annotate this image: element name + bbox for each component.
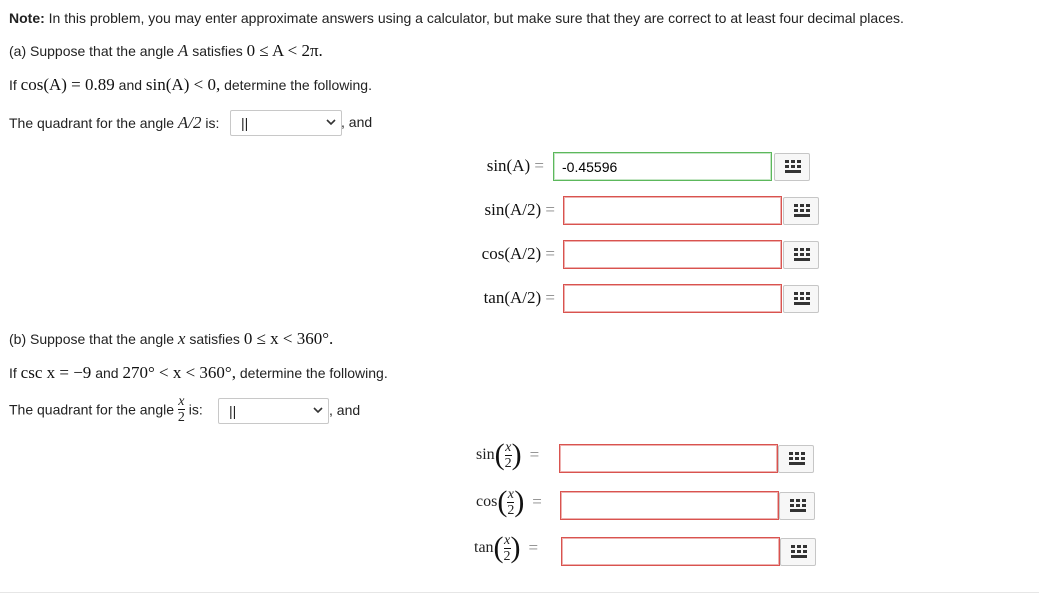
keypad-icon bbox=[791, 545, 807, 558]
keypad-icon bbox=[794, 204, 810, 217]
part-a-row-1-label: sin(A/2) = bbox=[440, 200, 555, 220]
part-a-row-1-label-text: sin(A/2) bbox=[484, 200, 542, 219]
fraction-x-over-2: x2 bbox=[503, 532, 511, 564]
part-a-quadrant-and: , and bbox=[341, 114, 373, 130]
fraction-numerator: x bbox=[505, 439, 512, 455]
math-keyboard-button[interactable] bbox=[780, 538, 816, 566]
fraction-x-over-2: x 2 bbox=[177, 394, 185, 425]
equals-sign: = bbox=[545, 244, 555, 263]
part-a-intro-text: (a) Suppose that the angle bbox=[9, 43, 175, 59]
chevron-down-icon bbox=[313, 407, 323, 414]
part-a-quadrant-prompt: The quadrant for the angle A/2 is: bbox=[9, 113, 219, 133]
math-keyboard-button[interactable] bbox=[778, 445, 814, 473]
part-a-satisfies: satisfies bbox=[192, 43, 243, 59]
part-b-quadrant-prompt: The quadrant for the angle x 2 is: bbox=[9, 394, 203, 425]
note-text: In this problem, you may enter approxima… bbox=[48, 10, 904, 26]
right-paren: ) bbox=[510, 531, 521, 564]
answer-cos-x-half-input[interactable] bbox=[560, 491, 779, 520]
part-b-intro: (b) Suppose that the angle x satisfies 0… bbox=[9, 329, 333, 349]
fraction-numerator: x bbox=[503, 532, 511, 548]
keypad-icon bbox=[790, 499, 806, 512]
answer-sin-a-input[interactable] bbox=[553, 152, 772, 181]
part-b-condition: 0 ≤ x < 360°. bbox=[243, 329, 334, 348]
part-b-given-range: 270° < x < 360°, bbox=[122, 363, 236, 382]
part-b-satisfies: satisfies bbox=[189, 331, 240, 347]
math-keyboard-button[interactable] bbox=[774, 153, 810, 181]
answer-sin-a-half-input[interactable] bbox=[563, 196, 782, 225]
answer-tan-a-half-input[interactable] bbox=[563, 284, 782, 313]
part-b-quadrant-is: is: bbox=[188, 401, 203, 418]
part-a-given-cos: cos(A) = 0.89 bbox=[20, 75, 115, 94]
part-a-given-prefix: If bbox=[9, 77, 17, 93]
part-a-var: A bbox=[177, 41, 189, 60]
keypad-icon bbox=[794, 292, 810, 305]
part-a-quadrant-select[interactable]: || bbox=[230, 110, 342, 136]
left-paren: ( bbox=[497, 485, 508, 518]
part-a-condition: 0 ≤ A < 2π. bbox=[246, 41, 323, 60]
equals-sign: = bbox=[529, 445, 540, 464]
fraction-x-over-2: x2 bbox=[504, 439, 512, 471]
part-a-row-3-label: tan(A/2) = bbox=[440, 288, 555, 308]
part-b-intro-text: (b) Suppose that the angle bbox=[9, 331, 175, 347]
part-a-given-sin: sin(A) < 0, bbox=[145, 75, 221, 94]
equals-sign: = bbox=[534, 156, 544, 175]
equals-sign: = bbox=[545, 288, 555, 307]
part-b-row-2-label: tan(x 2) = bbox=[474, 531, 539, 564]
note-label: Note: bbox=[9, 10, 45, 26]
keypad-icon bbox=[794, 248, 810, 261]
part-a-row-2-label: cos(A/2) = bbox=[440, 244, 555, 264]
right-paren: ) bbox=[511, 438, 522, 471]
part-b-quadrant-select[interactable]: || bbox=[218, 398, 329, 424]
equals-sign: = bbox=[545, 200, 555, 219]
fraction-numerator: x bbox=[178, 394, 185, 409]
answer-cos-a-half-input[interactable] bbox=[563, 240, 782, 269]
keypad-icon bbox=[789, 452, 805, 465]
part-a-row-3-label-text: tan(A/2) bbox=[483, 288, 542, 307]
part-a-quadrant-text: The quadrant for the angle bbox=[9, 115, 175, 131]
part-a-intro: (a) Suppose that the angle A satisfies 0… bbox=[9, 41, 323, 61]
part-b-given-suffix: determine the following. bbox=[239, 365, 388, 381]
part-a-row-2-label-text: cos(A/2) bbox=[481, 244, 542, 263]
fraction-denominator: 2 bbox=[504, 455, 512, 471]
fraction-denominator: 2 bbox=[177, 410, 185, 425]
part-a-quadrant-is: is: bbox=[205, 115, 220, 131]
function-name: cos bbox=[476, 493, 498, 510]
part-a-row-0-label: sin(A) = bbox=[440, 156, 544, 176]
part-a-given-and: and bbox=[118, 77, 143, 93]
part-b-quadrant-and: , and bbox=[329, 402, 361, 418]
function-name: sin bbox=[476, 446, 495, 463]
part-a-given-suffix: determine the following. bbox=[224, 77, 372, 93]
math-keyboard-button[interactable] bbox=[783, 197, 819, 225]
part-a-quadrant-angle: A/2 bbox=[177, 113, 202, 132]
function-name: tan bbox=[474, 539, 494, 556]
math-keyboard-button[interactable] bbox=[783, 285, 819, 313]
part-a-quadrant-value: || bbox=[241, 115, 249, 131]
equals-sign: = bbox=[532, 492, 542, 511]
part-b-var: x bbox=[177, 329, 186, 348]
keypad-icon bbox=[785, 160, 801, 173]
bottom-divider bbox=[0, 592, 1039, 593]
note-line: Note: In this problem, you may enter app… bbox=[9, 10, 904, 26]
part-b-row-1-label: cos(x 2) = bbox=[476, 485, 542, 518]
answer-tan-x-half-input[interactable] bbox=[561, 537, 780, 566]
part-a-row-0-label-text: sin(A) bbox=[486, 156, 531, 175]
part-b-quadrant-value: || bbox=[229, 403, 237, 419]
part-b-given-csc: csc x = −9 bbox=[20, 363, 92, 382]
part-b-quadrant-text: The quadrant for the angle bbox=[9, 401, 175, 418]
part-b-given-and: and bbox=[95, 365, 119, 381]
left-paren: ( bbox=[494, 438, 505, 471]
part-b-given: If csc x = −9 and 270° < x < 360°, deter… bbox=[9, 363, 388, 383]
equals-sign: = bbox=[528, 538, 539, 557]
fraction-denominator: 2 bbox=[503, 548, 511, 564]
part-a-given: If cos(A) = 0.89 and sin(A) < 0, determi… bbox=[9, 75, 372, 95]
part-b-given-prefix: If bbox=[9, 365, 17, 381]
left-paren: ( bbox=[493, 531, 504, 564]
math-keyboard-button[interactable] bbox=[783, 241, 819, 269]
math-keyboard-button[interactable] bbox=[779, 492, 815, 520]
chevron-down-icon bbox=[326, 119, 336, 126]
answer-sin-x-half-input[interactable] bbox=[559, 444, 778, 473]
right-paren: ) bbox=[514, 485, 525, 518]
part-b-row-0-label: sin(x 2) = bbox=[476, 438, 540, 471]
